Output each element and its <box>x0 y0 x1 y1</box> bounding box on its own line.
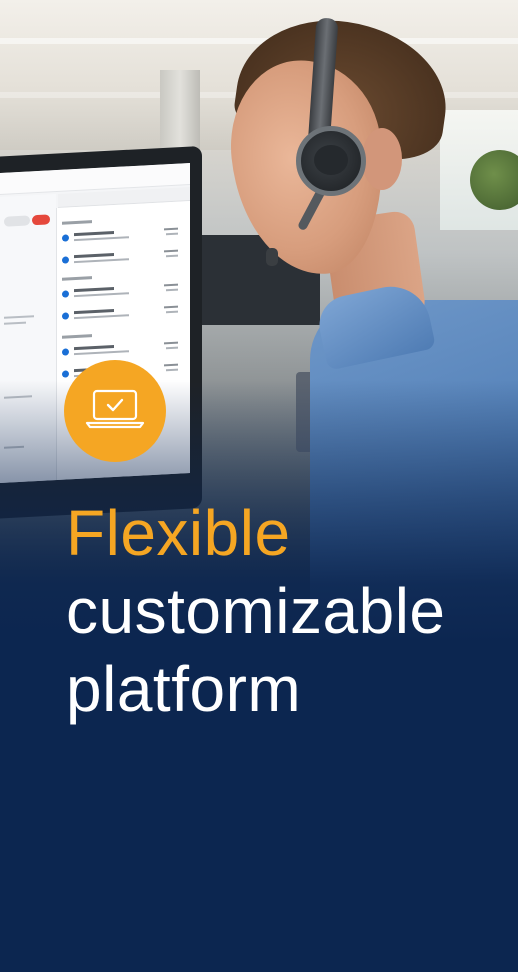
laptop-check-icon <box>84 387 146 436</box>
hero-banner: Flexible customizable platform <box>0 0 518 972</box>
headline-line-2: customizable <box>66 575 446 647</box>
headline-line-3: platform <box>66 653 302 725</box>
headset-mic <box>266 248 278 266</box>
headline: Flexible customizable platform <box>66 494 506 728</box>
feature-badge <box>64 360 166 462</box>
headset-logo <box>314 145 348 175</box>
person-ear <box>362 128 402 190</box>
headline-accent: Flexible <box>66 497 291 569</box>
